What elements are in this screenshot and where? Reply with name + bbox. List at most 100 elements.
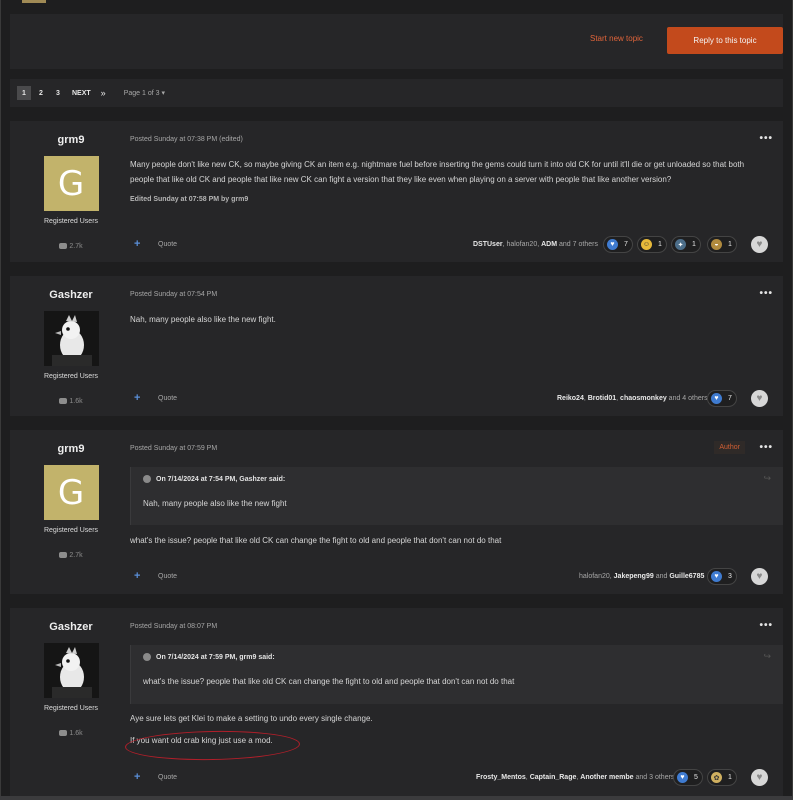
page-3-button[interactable]: 3: [51, 86, 65, 100]
react-heart-button[interactable]: ♥: [751, 769, 768, 786]
like-icon: ♥: [677, 772, 688, 783]
reactor-name[interactable]: Jakepeng99: [614, 573, 654, 580]
post-meta[interactable]: Posted Sunday at 07:59 PM: [130, 445, 217, 452]
quote-header-text: On 7/14/2024 at 7:59 PM, grm9 said:: [156, 653, 275, 661]
reactors-others[interactable]: and 4 others: [667, 395, 708, 402]
crab-icon: ✿: [711, 772, 722, 783]
react-heart-button[interactable]: ♥: [751, 236, 768, 253]
reaction-haha[interactable]: ☺ 1: [637, 236, 667, 253]
reactor-name[interactable]: Guille6785: [669, 573, 704, 580]
react-heart-button[interactable]: ♥: [751, 568, 768, 585]
reaction-crab[interactable]: ✿ 1: [707, 769, 737, 786]
quote-button[interactable]: Quote: [158, 395, 177, 402]
start-new-topic-link[interactable]: Start new topic: [590, 34, 643, 43]
reactors-and: and: [653, 573, 670, 580]
comment-icon: [59, 730, 68, 737]
reactor-name[interactable]: chaosmonkey: [620, 395, 667, 402]
author-name[interactable]: grm9: [10, 443, 132, 455]
quoted-post: On 7/14/2024 at 7:54 PM, Gashzer said: ↪…: [130, 467, 783, 525]
reactors-others[interactable]: and 7 others: [557, 241, 598, 248]
share-arrow-icon[interactable]: ↪: [763, 651, 771, 662]
reaction-count: 3: [728, 573, 732, 580]
reactor-name[interactable]: halofan20: [506, 241, 537, 248]
user-role: Registered Users: [43, 218, 99, 225]
multiquote-plus-icon[interactable]: +: [134, 238, 140, 250]
reaction-count: 7: [728, 395, 732, 402]
reactor-name[interactable]: Captain_Rage: [530, 774, 577, 781]
multiquote-plus-icon[interactable]: +: [134, 392, 140, 404]
avatar[interactable]: [43, 643, 99, 698]
like-icon: ♥: [607, 239, 618, 250]
post-count: 2.7k: [10, 552, 132, 559]
rooster-avatar-icon: [43, 643, 99, 698]
comment-icon: [59, 398, 68, 405]
post-count: 1.6k: [10, 730, 132, 737]
reaction-count: 5: [694, 774, 698, 781]
like-icon: ♥: [711, 393, 722, 404]
post-body: Nah, many people also like the new fight…: [130, 315, 276, 324]
quote-button[interactable]: Quote: [158, 241, 177, 248]
avatar[interactable]: [43, 311, 99, 366]
post-author-panel: Gashzer Registered Users 1.6k: [10, 608, 132, 737]
bottom-scrollbar[interactable]: [0, 796, 793, 800]
top-accent-bar: [22, 0, 46, 3]
author-name[interactable]: grm9: [10, 134, 132, 146]
reactor-name[interactable]: Reiko24: [557, 395, 584, 402]
post-meta[interactable]: Posted Sunday at 07:38 PM (edited): [130, 136, 243, 143]
reactors-list: Frosty_Mentos, Captain_Rage, Another mem…: [476, 774, 675, 781]
post-author-panel: grm9 G Registered Users 2.7k: [10, 430, 132, 559]
user-role: Registered Users: [43, 527, 99, 534]
share-arrow-icon[interactable]: ↪: [763, 473, 771, 484]
reaction-count: 1: [728, 241, 732, 248]
post-body-line-1: Aye sure lets get Klei to make a setting…: [130, 714, 373, 723]
user-role: Registered Users: [43, 373, 99, 380]
window-edge-left: [0, 0, 1, 800]
reaction-thumbs[interactable]: ✦ 1: [671, 236, 701, 253]
more-options-icon[interactable]: •••: [759, 133, 773, 144]
multiquote-plus-icon[interactable]: +: [134, 771, 140, 783]
quote-button[interactable]: Quote: [158, 573, 177, 580]
reaction-like[interactable]: ♥ 5: [673, 769, 703, 786]
reactor-name[interactable]: Another membe: [580, 774, 633, 781]
reaction-like[interactable]: ♥ 3: [707, 568, 737, 585]
react-heart-button[interactable]: ♥: [751, 390, 768, 407]
reactor-name[interactable]: Brotid01: [588, 395, 616, 402]
post-meta[interactable]: Posted Sunday at 07:54 PM: [130, 291, 217, 298]
reactors-others[interactable]: and 3 others: [634, 774, 675, 781]
page-jump-dropdown[interactable]: Page 1 of 3 ▾: [124, 89, 165, 97]
author-name[interactable]: Gashzer: [10, 289, 132, 301]
page-2-button[interactable]: 2: [34, 86, 48, 100]
multiquote-plus-icon[interactable]: +: [134, 570, 140, 582]
reactor-name[interactable]: ADM: [541, 241, 557, 248]
post-1: grm9 G Registered Users 2.7k Posted Sund…: [10, 121, 783, 262]
post-meta[interactable]: Posted Sunday at 08:07 PM: [130, 623, 217, 630]
next-page-button[interactable]: NEXT: [72, 90, 91, 97]
reaction-bowl[interactable]: ◒ 1: [707, 236, 737, 253]
quote-header[interactable]: On 7/14/2024 at 7:54 PM, Gashzer said:: [143, 475, 285, 483]
reaction-like[interactable]: ♥ 7: [707, 390, 737, 407]
quote-expand-icon[interactable]: [143, 653, 151, 661]
more-options-icon[interactable]: •••: [759, 620, 773, 631]
post-count: 2.7k: [10, 243, 132, 250]
reply-to-topic-button[interactable]: Reply to this topic: [667, 27, 783, 54]
reaction-like[interactable]: ♥ 7: [603, 236, 633, 253]
author-name[interactable]: Gashzer: [10, 621, 132, 633]
more-options-icon[interactable]: •••: [759, 442, 773, 453]
last-page-button[interactable]: »: [101, 88, 106, 98]
thumbs-icon: ✦: [675, 239, 686, 250]
quote-text: what's the issue? people that like old C…: [143, 677, 515, 686]
reactor-name[interactable]: Frosty_Mentos: [476, 774, 526, 781]
more-options-icon[interactable]: •••: [759, 288, 773, 299]
topic-action-bar: Start new topic Reply to this topic: [10, 14, 783, 69]
avatar[interactable]: G: [43, 156, 99, 211]
quote-button[interactable]: Quote: [158, 774, 177, 781]
reactor-name[interactable]: halofan20: [579, 573, 610, 580]
edited-note: Edited Sunday at 07:58 PM by grm9: [130, 196, 249, 203]
reaction-count: 7: [624, 241, 628, 248]
quote-header[interactable]: On 7/14/2024 at 7:59 PM, grm9 said:: [143, 653, 275, 661]
page-1-button[interactable]: 1: [17, 86, 31, 100]
reactor-name[interactable]: DSTUser: [473, 241, 503, 248]
avatar[interactable]: G: [43, 465, 99, 520]
quote-expand-icon[interactable]: [143, 475, 151, 483]
reaction-count: 1: [728, 774, 732, 781]
